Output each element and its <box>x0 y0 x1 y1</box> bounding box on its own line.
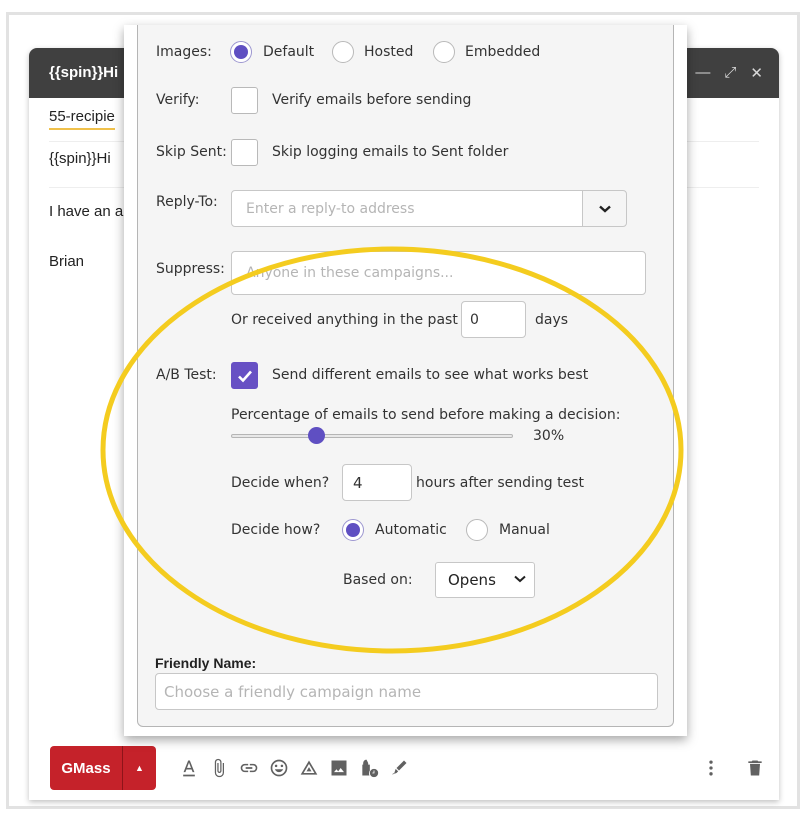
attachment-icon[interactable] <box>204 756 234 780</box>
gmass-settings-popup: Images: Default Hosted Embedded Verify: … <box>124 25 687 736</box>
skip-sent-label: Skip Sent: <box>156 144 227 160</box>
received-days-suffix: days <box>535 312 569 328</box>
ab-test-label: A/B Test: <box>156 367 217 383</box>
percentage-slider-thumb[interactable] <box>307 427 325 444</box>
suppress-label: Suppress: <box>156 261 225 277</box>
more-options-icon[interactable] <box>696 756 726 780</box>
percentage-value: 30% <box>533 428 565 444</box>
drive-icon[interactable] <box>294 756 324 780</box>
based-on-label: Based on: <box>343 572 413 588</box>
photo-icon[interactable] <box>324 756 354 780</box>
decide-when-label: Decide when? <box>231 475 330 491</box>
percentage-slider[interactable] <box>231 434 513 438</box>
decide-how-label: Decide how? <box>231 522 321 538</box>
text-format-icon[interactable] <box>174 756 204 780</box>
gmass-settings-toggle[interactable]: ▲ <box>123 746 156 790</box>
compose-title: {{spin}}Hi <box>49 64 119 81</box>
verify-text[interactable]: Verify emails before sending <box>272 92 471 108</box>
received-days-input[interactable] <box>461 301 526 338</box>
suppress-input[interactable] <box>231 251 646 295</box>
images-hosted-label[interactable]: Hosted <box>364 44 413 60</box>
link-icon[interactable] <box>234 756 264 780</box>
gmass-button[interactable]: GMass ▲ <box>50 746 156 790</box>
emoji-icon[interactable] <box>264 756 294 780</box>
images-default-radio[interactable] <box>230 41 252 63</box>
caret-up-icon: ▲ <box>135 763 144 773</box>
reply-to-input[interactable] <box>231 190 583 227</box>
signature-icon[interactable] <box>384 756 414 780</box>
trash-icon[interactable] <box>740 756 770 780</box>
reply-to-label: Reply-To: <box>156 194 218 210</box>
percentage-label: Percentage of emails to send before maki… <box>231 407 621 423</box>
skip-sent-checkbox[interactable] <box>231 139 258 166</box>
verify-label: Verify: <box>156 92 200 108</box>
friendly-name-input[interactable] <box>155 673 658 710</box>
decide-when-suffix: hours after sending test <box>416 475 585 491</box>
ab-test-checkbox[interactable] <box>231 362 258 389</box>
confidential-mode-icon[interactable] <box>354 756 384 780</box>
ab-test-text[interactable]: Send different emails to see what works … <box>272 367 588 383</box>
recipients-value: 55-recipie <box>49 108 115 130</box>
received-prefix: Or received anything in the past <box>231 312 458 328</box>
decide-manual-radio[interactable] <box>466 519 488 541</box>
checkmark-icon <box>238 370 252 383</box>
settings-panel: Images: Default Hosted Embedded Verify: … <box>137 25 674 727</box>
expand-icon[interactable]: ⤢ <box>724 64 736 82</box>
images-hosted-radio[interactable] <box>332 41 354 63</box>
formatting-icons <box>174 756 414 780</box>
verify-checkbox[interactable] <box>231 87 258 114</box>
chevron-down-icon <box>514 575 526 583</box>
decide-manual-label[interactable]: Manual <box>499 522 550 538</box>
toolbar-right <box>696 756 770 780</box>
decide-automatic-label[interactable]: Automatic <box>375 522 447 538</box>
decide-when-input[interactable] <box>342 464 412 501</box>
friendly-name-label: Friendly Name: <box>155 655 257 671</box>
images-embedded-radio[interactable] <box>433 41 455 63</box>
close-icon[interactable]: ✕ <box>750 64 763 82</box>
reply-to-dropdown-button[interactable] <box>582 190 627 227</box>
based-on-value: Opens <box>448 571 496 589</box>
minimize-icon[interactable]: ― <box>695 64 710 82</box>
compose-toolbar: GMass ▲ <box>50 746 770 790</box>
decide-automatic-radio[interactable] <box>342 519 364 541</box>
images-label: Images: <box>156 44 212 60</box>
based-on-select[interactable]: Opens <box>435 562 535 598</box>
chevron-down-icon <box>598 205 611 213</box>
window-controls: ― ⤢ ✕ <box>695 64 763 82</box>
images-default-label[interactable]: Default <box>263 44 314 60</box>
skip-sent-text[interactable]: Skip logging emails to Sent folder <box>272 144 508 160</box>
gmass-send-button[interactable]: GMass <box>50 746 123 790</box>
images-embedded-label[interactable]: Embedded <box>465 44 540 60</box>
